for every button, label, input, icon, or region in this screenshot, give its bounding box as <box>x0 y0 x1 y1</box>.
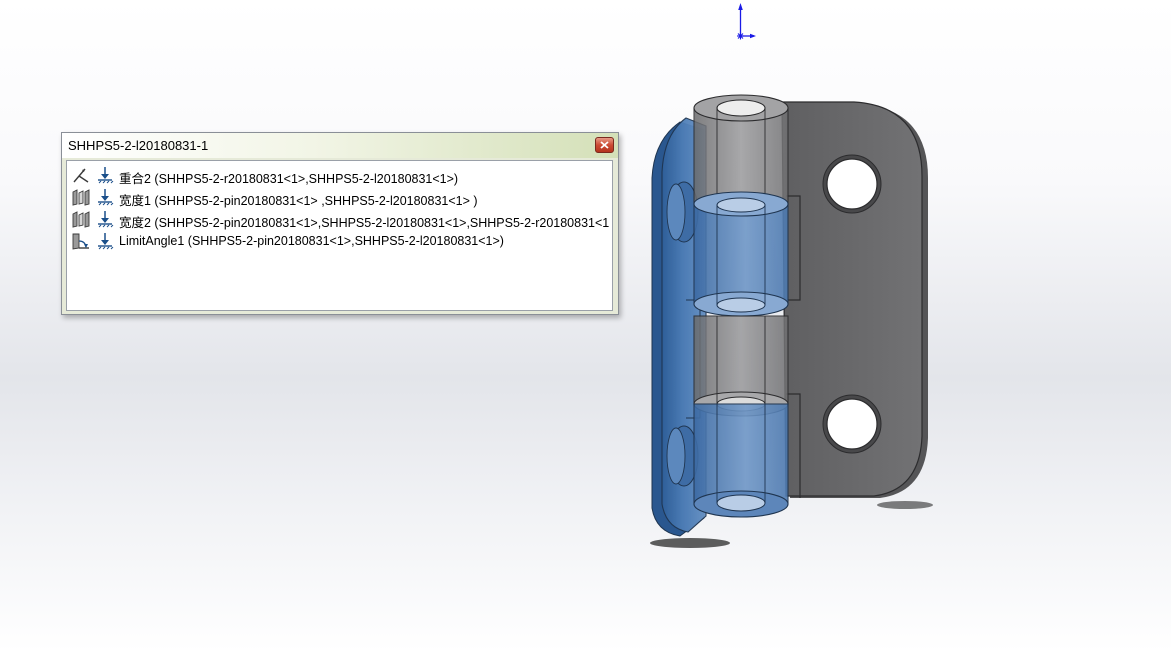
hinge-assembly-model[interactable] <box>630 82 950 562</box>
mate-list-item[interactable]: 宽度2 (SHHPS5-2-pin20180831<1>,SHHPS5-2-l2… <box>67 208 612 230</box>
mate-label: LimitAngle1 (SHHPS5-2-pin20180831<1>,SHH… <box>119 234 504 248</box>
grey-hinge-leaf <box>781 101 928 498</box>
mates-list[interactable]: 重合2 (SHHPS5-2-r20180831<1>,SHHPS5-2-l201… <box>66 160 613 311</box>
width-mate-icon <box>72 189 90 206</box>
mate-list-item[interactable]: LimitAngle1 (SHHPS5-2-pin20180831<1>,SHH… <box>67 230 612 252</box>
mate-list-item[interactable]: 重合2 (SHHPS5-2-r20180831<1>,SHHPS5-2-l201… <box>67 164 612 186</box>
mates-popup-window[interactable]: SHHPS5-2-l20180831-1 重合2 (SHHPS5-2-r2018… <box>61 132 619 315</box>
hinge-barrel <box>693 94 789 518</box>
shadow <box>877 501 933 509</box>
ground-fix-icon <box>98 233 114 250</box>
limit-angle-mate-icon <box>72 233 89 250</box>
reference-triad-icon <box>737 3 756 40</box>
graphics-viewport[interactable]: SHHPS5-2-l20180831-1 重合2 (SHHPS5-2-r2018… <box>0 0 1171 652</box>
close-button[interactable] <box>595 137 614 153</box>
close-icon <box>600 141 609 149</box>
mate-label: 宽度2 (SHHPS5-2-pin20180831<1>,SHHPS5-2-l2… <box>119 216 610 230</box>
popup-title: SHHPS5-2-l20180831-1 <box>68 138 209 153</box>
ground-fix-icon <box>98 167 114 184</box>
mate-label: 宽度1 (SHHPS5-2-pin20180831<1> ,SHHPS5-2-l… <box>119 194 478 208</box>
coincident-mate-icon <box>73 168 89 183</box>
ground-fix-icon <box>98 211 114 228</box>
width-mate-icon <box>72 211 90 228</box>
popup-titlebar[interactable]: SHHPS5-2-l20180831-1 <box>62 133 618 158</box>
mate-list-item[interactable]: 宽度1 (SHHPS5-2-pin20180831<1> ,SHHPS5-2-l… <box>67 186 612 208</box>
shadow <box>650 538 730 548</box>
mate-label: 重合2 (SHHPS5-2-r20180831<1>,SHHPS5-2-l201… <box>119 172 459 186</box>
ground-fix-icon <box>98 189 114 206</box>
